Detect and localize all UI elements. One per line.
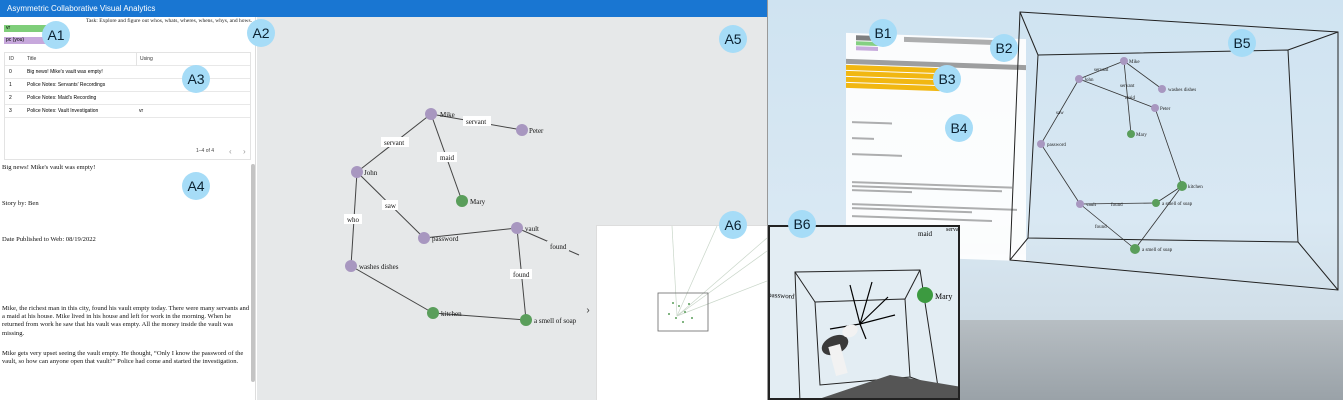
svg-text:serva: serva bbox=[946, 227, 959, 233]
svg-text:Mary: Mary bbox=[1136, 133, 1147, 138]
svg-text:servant: servant bbox=[1094, 68, 1109, 73]
document-viewer: Big news! Mike's vault was empty! Story … bbox=[2, 164, 250, 400]
svg-text:password: password bbox=[1047, 143, 1066, 148]
vr-headset-scene: Mary maid serva password bbox=[770, 227, 959, 398]
document-headline: Big news! Mike's vault was empty! bbox=[2, 164, 96, 171]
svg-text:password: password bbox=[770, 291, 795, 301]
vr-3d-graph[interactable]: Mike servant John servant washes dishes … bbox=[998, 10, 1343, 310]
table-pagination: 1–4 of 4 ‹ › bbox=[5, 143, 250, 160]
minimap[interactable] bbox=[596, 225, 767, 400]
edge-label: saw bbox=[385, 202, 397, 210]
pc-interface: Asymmetric Collaborative Visual Analytic… bbox=[0, 0, 767, 400]
svg-text:servant: servant bbox=[1120, 84, 1135, 89]
edge-label: servant bbox=[384, 139, 404, 147]
column-header-id[interactable]: ID bbox=[9, 53, 14, 66]
badge-a2: A2 bbox=[247, 19, 275, 47]
document-paragraph: Mike gets very upset seeing the vault em… bbox=[2, 350, 244, 366]
task-description: Task: Explore and figure out whos, whats… bbox=[86, 18, 252, 24]
document-byline: Story by: Ben bbox=[2, 200, 39, 207]
vr-headset-view: Mary maid serva password bbox=[768, 225, 960, 400]
svg-text:found: found bbox=[1095, 225, 1107, 230]
column-header-title[interactable]: Title bbox=[27, 53, 36, 66]
minimap-rays bbox=[671, 225, 767, 317]
document-scrollbar[interactable] bbox=[251, 164, 255, 382]
svg-text:Mary: Mary bbox=[935, 292, 952, 301]
svg-text:a smell of soap: a smell of soap bbox=[1142, 248, 1173, 253]
svg-text:kitchen: kitchen bbox=[1188, 185, 1203, 190]
node-label: John bbox=[364, 169, 378, 177]
node-label: Mary bbox=[470, 198, 486, 206]
badge-b3: B3 bbox=[933, 65, 961, 93]
node-john[interactable] bbox=[351, 166, 363, 178]
vr-cube-wireframe bbox=[1009, 11, 1339, 291]
svg-text:vault: vault bbox=[1086, 203, 1097, 208]
document-date: Date Published to Web: 08/19/2022 bbox=[2, 236, 96, 243]
node-label: Mike bbox=[440, 111, 455, 119]
badge-a4: A4 bbox=[182, 172, 210, 200]
graph-edge-labels: servant servant maid saw who found found bbox=[344, 116, 569, 279]
node-label: password bbox=[432, 235, 459, 243]
node-kitchen[interactable] bbox=[427, 307, 439, 319]
node-password[interactable] bbox=[418, 232, 430, 244]
badge-a1: A1 bbox=[42, 21, 70, 49]
edge-label: found bbox=[550, 243, 567, 251]
node-label: vault bbox=[525, 225, 539, 233]
node-label: Peter bbox=[529, 127, 544, 135]
table-row[interactable]: 2 Police Notes: Maid's Recording bbox=[5, 92, 250, 105]
document-table: ID Title Using 0 Big news! Mike's vault … bbox=[4, 52, 251, 160]
column-header-using[interactable]: Using bbox=[136, 53, 153, 66]
node-vault[interactable] bbox=[511, 222, 523, 234]
table-header: ID Title Using bbox=[5, 53, 250, 66]
document-paragraph: Mike, the richest man in this city, foun… bbox=[2, 305, 250, 337]
badge-a6: A6 bbox=[719, 211, 747, 239]
edge-label: maid bbox=[440, 154, 454, 162]
vr-interface: Mike servant John servant washes dishes … bbox=[767, 0, 1343, 400]
edge-label: servant bbox=[466, 118, 486, 126]
prev-page-button[interactable]: ‹ bbox=[229, 143, 232, 160]
node-label: kitchen bbox=[441, 310, 462, 318]
vr-graph-labels: Mike servant John servant washes dishes … bbox=[1047, 60, 1203, 253]
graph-nodes[interactable] bbox=[345, 108, 532, 326]
badge-b1: B1 bbox=[869, 19, 897, 47]
node-label: a smell of soap bbox=[534, 317, 577, 325]
node-mary[interactable] bbox=[456, 195, 468, 207]
node-label: washes dishes bbox=[359, 263, 399, 271]
vr-inset-node-mary bbox=[917, 287, 933, 303]
svg-text:Peter: Peter bbox=[1160, 107, 1171, 112]
badge-b4: B4 bbox=[945, 114, 973, 142]
svg-text:saw: saw bbox=[1056, 111, 1064, 116]
sidebar: vr pc (you) Task: Explore and figure out… bbox=[0, 17, 256, 400]
app-bar: Asymmetric Collaborative Visual Analytic… bbox=[0, 0, 767, 17]
node-washes-dishes[interactable] bbox=[345, 260, 357, 272]
next-page-button[interactable]: › bbox=[243, 143, 246, 160]
minimap-toggle-button[interactable]: › bbox=[582, 303, 594, 319]
badge-b2: B2 bbox=[990, 34, 1018, 62]
badge-b6: B6 bbox=[788, 210, 816, 238]
edge-label: found bbox=[513, 271, 530, 279]
node-peter[interactable] bbox=[516, 124, 528, 136]
table-row[interactable]: 1 Police Notes: Servants' Recordings bbox=[5, 79, 250, 92]
badge-a5: A5 bbox=[719, 25, 747, 53]
svg-text:Mike: Mike bbox=[1129, 60, 1140, 65]
svg-text:washes dishes: washes dishes bbox=[1168, 88, 1196, 93]
svg-text:maid: maid bbox=[1125, 96, 1135, 101]
node-soap[interactable] bbox=[520, 314, 532, 326]
vr-graph-nodes[interactable] bbox=[1037, 57, 1187, 254]
badge-a3: A3 bbox=[182, 65, 210, 93]
pagination-label: 1–4 of 4 bbox=[196, 148, 215, 154]
svg-text:a smell of soap: a smell of soap bbox=[1162, 202, 1193, 207]
table-row[interactable]: 3 Police Notes: Vault Investigation vr bbox=[5, 105, 250, 118]
table-row[interactable]: 0 Big news! Mike's vault was empty! bbox=[5, 66, 250, 79]
badge-b5: B5 bbox=[1228, 29, 1256, 57]
svg-text:John: John bbox=[1084, 78, 1094, 83]
svg-text:maid: maid bbox=[918, 230, 932, 238]
node-mike[interactable] bbox=[425, 108, 437, 120]
edge-washes-kitchen bbox=[350, 265, 434, 314]
app-title: Asymmetric Collaborative Visual Analytic… bbox=[7, 4, 156, 13]
minimap-view bbox=[657, 225, 767, 332]
edge-label: who bbox=[347, 216, 360, 224]
svg-text:found: found bbox=[1111, 203, 1123, 208]
